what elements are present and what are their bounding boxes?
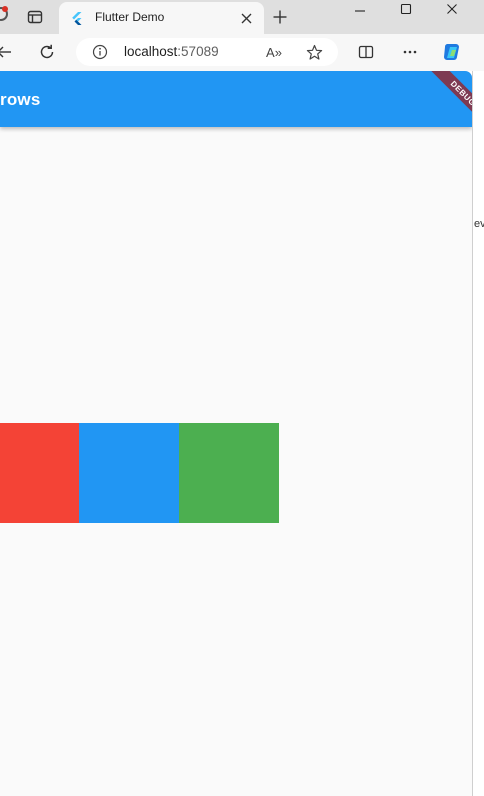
debug-banner: DEBUG xyxy=(412,71,472,131)
info-icon[interactable] xyxy=(91,43,109,61)
split-screen-button[interactable] xyxy=(354,40,378,64)
address-host: localhost xyxy=(124,44,178,59)
flutter-app: rows DEBUG xyxy=(0,71,472,796)
new-tab-button[interactable] xyxy=(269,6,291,28)
app-bar: rows DEBUG xyxy=(0,71,472,130)
more-options-button[interactable] xyxy=(398,40,422,64)
green-box xyxy=(179,423,279,523)
red-box xyxy=(0,423,79,523)
tab-actions-button[interactable] xyxy=(22,6,48,28)
read-aloud-icon[interactable]: A» xyxy=(264,43,284,61)
close-window-button[interactable] xyxy=(440,0,464,18)
tab-title: Flutter Demo xyxy=(95,10,165,24)
browser-tab[interactable]: Flutter Demo xyxy=(59,2,264,34)
adjacent-window-edge xyxy=(472,71,484,796)
tab-actions-icon xyxy=(27,9,43,25)
back-button[interactable] xyxy=(0,40,16,64)
address-bar[interactable]: localhost:57089 A» xyxy=(76,38,338,66)
reload-icon xyxy=(40,44,54,59)
maximize-icon xyxy=(400,3,412,15)
flutter-logo-icon xyxy=(70,11,84,25)
favorite-star-icon[interactable] xyxy=(304,43,324,61)
address-url[interactable]: localhost:57089 xyxy=(124,44,219,59)
copilot-button[interactable] xyxy=(440,40,464,64)
app-bar-title: rows xyxy=(0,90,41,109)
back-arrow-icon xyxy=(0,46,11,58)
close-tab-button[interactable] xyxy=(238,10,254,26)
address-port: :57089 xyxy=(177,44,219,59)
tab-strip: Flutter Demo xyxy=(0,0,484,34)
close-icon xyxy=(241,13,251,23)
reload-button[interactable] xyxy=(35,40,59,64)
ellipsis-icon xyxy=(403,50,417,54)
minimize-window-button[interactable] xyxy=(348,0,372,18)
profile-avatar-icon[interactable] xyxy=(0,6,8,21)
close-icon xyxy=(447,4,457,14)
plus-icon xyxy=(273,10,287,24)
minimize-icon xyxy=(355,10,365,12)
maximize-window-button[interactable] xyxy=(394,0,418,18)
debug-banner-label: DEBUG xyxy=(426,71,472,130)
adjacent-window-text: ev xyxy=(474,218,484,230)
blue-box xyxy=(79,423,179,523)
split-screen-icon xyxy=(358,45,374,59)
copilot-icon xyxy=(444,44,459,60)
browser-toolbar: localhost:57089 A» xyxy=(0,34,484,71)
